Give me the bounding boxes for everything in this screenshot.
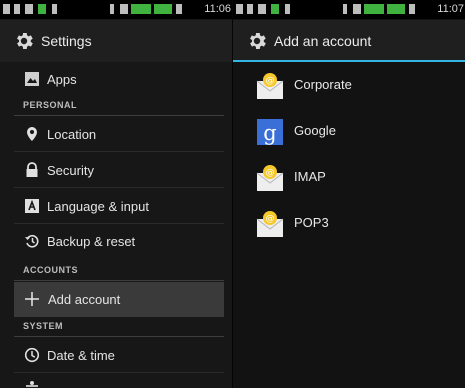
status-bar: 11:06 — [0, 0, 232, 19]
account-type-label: Corporate — [294, 77, 352, 92]
settings-gear-icon — [17, 33, 33, 49]
svg-text:@: @ — [266, 76, 275, 86]
settings-item-label: Location — [47, 127, 97, 142]
keyboard-a-icon — [25, 199, 39, 213]
page-title: Add an account — [274, 33, 372, 49]
settings-item-backup[interactable]: Backup & reset — [0, 224, 232, 259]
settings-item-label: Add account — [48, 292, 121, 307]
svg-text:g: g — [263, 121, 276, 145]
signal-2-icon — [154, 4, 172, 14]
page-title: Settings — [41, 33, 92, 49]
accessibility-icon — [26, 381, 38, 387]
add-account-screen: 11:07 Add an account @ Corporate g Googl… — [233, 0, 465, 388]
settings-item-date-time[interactable]: Date & time — [0, 338, 232, 373]
account-type-corporate[interactable]: @ Corporate — [233, 62, 465, 108]
action-bar: Settings — [0, 20, 232, 62]
vibrate-icon — [343, 4, 347, 14]
dual-screenshot: 11:06 Settings Apps PERSONAL Location Se… — [0, 0, 465, 388]
battery-icon — [409, 4, 415, 14]
plus-icon — [25, 292, 39, 306]
corporate-mail-icon: @ — [256, 73, 284, 99]
apps-icon — [25, 72, 39, 86]
usb-icon — [258, 4, 266, 14]
action-bar: Add an account — [233, 20, 465, 62]
backup-reset-icon — [25, 234, 39, 248]
clock-icon — [24, 347, 40, 363]
notification-icon — [3, 4, 10, 14]
android-icon — [271, 4, 279, 14]
google-icon: g — [257, 119, 283, 145]
svg-text:@: @ — [266, 168, 275, 178]
notification-icon — [14, 4, 20, 14]
imap-mail-icon: @ — [256, 165, 284, 191]
status-bar: 11:07 — [233, 0, 465, 19]
vibrate-icon — [110, 4, 114, 14]
account-type-label: IMAP — [294, 169, 326, 184]
settings-item-label: Security — [47, 163, 94, 178]
section-header-personal: PERSONAL — [14, 96, 224, 116]
section-header-system: SYSTEM — [14, 317, 224, 337]
settings-item-location[interactable]: Location — [0, 117, 232, 152]
notification-icon — [247, 4, 253, 14]
wifi-icon — [353, 4, 361, 14]
settings-item-apps[interactable]: Apps — [0, 62, 232, 97]
section-header-accounts: ACCOUNTS — [14, 261, 224, 281]
status-time: 11:07 — [437, 3, 464, 15]
account-type-pop3[interactable]: @ POP3 — [233, 200, 465, 246]
settings-item-label: Backup & reset — [47, 234, 136, 249]
divider — [14, 151, 224, 152]
settings-gear-icon — [250, 33, 266, 49]
pop3-mail-icon: @ — [256, 211, 284, 237]
settings-item-label: Date & time — [47, 348, 115, 363]
divider — [14, 187, 224, 188]
settings-item-label: Apps — [47, 72, 77, 87]
lock-icon — [26, 162, 38, 177]
wifi-icon — [120, 4, 128, 14]
notification-icon — [236, 4, 243, 14]
location-pin-icon — [27, 127, 37, 141]
usb-debug-icon — [285, 4, 290, 14]
signal-2-icon — [387, 4, 405, 14]
account-type-label: POP3 — [294, 215, 329, 230]
signal-1-icon — [364, 4, 384, 14]
settings-item-add-account[interactable]: Add account — [14, 282, 224, 317]
status-time: 11:06 — [204, 3, 231, 15]
divider — [14, 372, 224, 373]
usb-icon — [25, 4, 33, 14]
usb-debug-icon — [52, 4, 57, 14]
settings-item-language[interactable]: Language & input — [0, 189, 232, 224]
battery-icon — [176, 4, 182, 14]
settings-screen: 11:06 Settings Apps PERSONAL Location Se… — [0, 0, 232, 388]
android-icon — [38, 4, 46, 14]
signal-1-icon — [131, 4, 151, 14]
account-type-google[interactable]: g Google — [233, 108, 465, 154]
settings-item-label: Language & input — [47, 199, 149, 214]
svg-text:@: @ — [266, 214, 275, 224]
settings-item-security[interactable]: Security — [0, 153, 232, 188]
account-type-imap[interactable]: @ IMAP — [233, 154, 465, 200]
account-type-label: Google — [294, 123, 336, 138]
